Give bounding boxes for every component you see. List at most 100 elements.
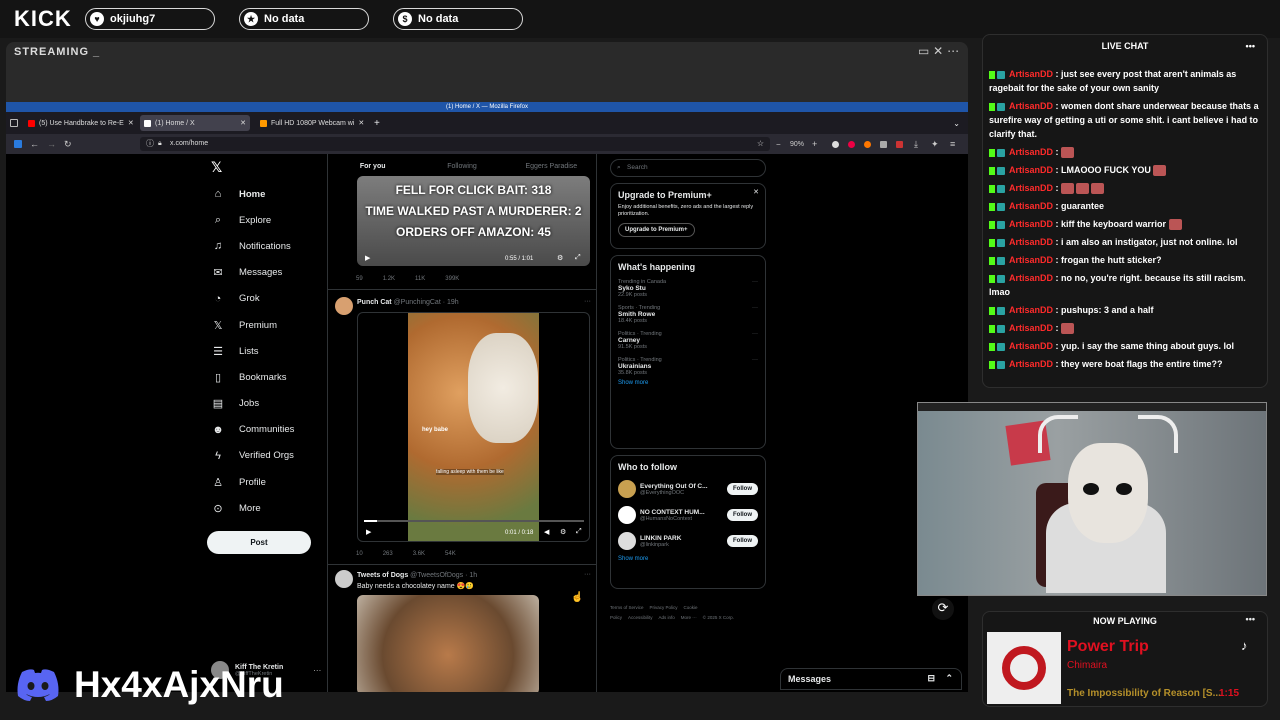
sidebar-item-premium[interactable]: 𝕏 Premium [206,312,294,338]
show-more-link[interactable]: Show more [618,380,758,386]
repost-count[interactable]: 1.2K [383,276,395,282]
chat-username[interactable]: ArtisanDD [1009,359,1053,369]
video-progress[interactable] [364,520,584,522]
chat-username[interactable]: ArtisanDD [1009,201,1053,211]
sidebar-item-explore[interactable]: ⌕ Explore [206,207,294,233]
chat-username[interactable]: ArtisanDD [1009,147,1053,157]
zoom-level[interactable]: 90% [790,141,804,148]
sidebar-item-communities[interactable]: ☻ Communities [206,417,294,443]
more-icon[interactable]: ··· [584,571,591,578]
close-icon[interactable]: ✕ [753,188,759,196]
trend-item[interactable]: Politics · Trending Ukrainians 35.8K posts… [618,357,758,376]
zoom-out-icon[interactable]: − [776,140,781,149]
chat-username[interactable]: ArtisanDD [1009,101,1053,111]
menu-icon[interactable]: ≡ [950,139,955,149]
more-icon[interactable]: ··· [752,305,758,311]
more-icon[interactable]: ··· [584,298,591,305]
tweet-video[interactable]: FELL FOR CLICK BAIT: 318 TIME WALKED PAS… [357,176,590,266]
more-icon[interactable]: ··· [313,666,321,675]
extensions-icon[interactable]: ✦ [931,139,939,150]
sidebar-item-jobs[interactable]: ▤ Jobs [206,391,294,417]
chat-username[interactable]: ArtisanDD [1009,273,1053,283]
fullscreen-icon[interactable]: ⤢ [576,528,582,536]
x-logo-icon[interactable]: 𝕏 [211,160,222,176]
tab-list-icon[interactable] [10,119,18,127]
like-count[interactable]: 11K [415,276,425,282]
like-count[interactable]: 3.6K [413,551,425,557]
extension-icon[interactable] [880,140,887,148]
more-icon[interactable]: ••• [1246,35,1255,57]
footer-link[interactable]: © 2025 X Corp. [703,615,734,620]
minimize-icon[interactable]: ▭ [918,44,929,58]
close-icon[interactable]: ✕ [128,119,134,127]
avatar[interactable] [335,297,353,315]
sidebar-item-grok[interactable]: ◔ Grok [206,286,294,312]
chat-username[interactable]: ArtisanDD [1009,323,1053,333]
search-input[interactable]: ⌕ Search [610,159,766,177]
upgrade-button[interactable]: Upgrade to Premium+ [618,223,695,237]
chat-username[interactable]: ArtisanDD [1009,165,1053,175]
footer-link[interactable]: More ··· [681,615,697,620]
tweet-video[interactable]: hey babe falling asleep with them be lik… [357,312,590,542]
follow-button[interactable]: Follow [727,483,758,495]
post-button[interactable]: Post [207,531,311,554]
extension-icon[interactable] [896,140,903,148]
zoom-in-icon[interactable]: + [812,139,817,149]
sidebar-item-verified-orgs[interactable]: ϟ Verified Orgs [206,443,294,469]
back-icon[interactable]: ← [30,139,39,149]
footer-link[interactable]: Accessibility [628,615,653,620]
sidebar-item-bookmarks[interactable]: ▯ Bookmarks [206,364,294,390]
chat-username[interactable]: ArtisanDD [1009,255,1053,265]
extension-icon[interactable] [832,140,839,148]
gear-icon[interactable]: ⚙ [557,254,563,262]
volume-icon[interactable]: ◀ [544,528,549,536]
close-icon[interactable]: ✕ [933,44,943,58]
more-icon[interactable]: ··· [752,331,758,337]
messages-drawer[interactable]: Messages ⊟ ⌃ [780,668,962,690]
chat-username[interactable]: ArtisanDD [1009,237,1053,247]
sidebar-item-more[interactable]: ⊙ More [206,495,294,521]
play-icon[interactable]: ▶ [365,254,370,262]
chat-username[interactable]: ArtisanDD [1009,341,1053,351]
new-tab-icon[interactable]: + [374,118,380,129]
compose-icon[interactable]: ⊟ [927,673,935,684]
download-icon[interactable]: ⤓ [914,139,918,150]
avatar[interactable] [335,570,353,588]
close-icon[interactable]: ✕ [240,119,246,127]
chat-username[interactable]: ArtisanDD [1009,183,1053,193]
tweet-author[interactable]: Tweets of Dogs @TweetsOfDogs · 1h [357,572,477,579]
more-icon[interactable]: ⋯ [947,44,959,58]
show-more-link[interactable]: Show more [618,556,758,562]
extension-icon[interactable] [864,140,871,148]
browser-tab[interactable]: Full HD 1080P Webcam wi ✕ [256,115,366,131]
sync-icon[interactable]: ⟳ [932,598,954,620]
tweet-author[interactable]: Punch Cat @PunchingCat · 19h [357,299,459,306]
chat-username[interactable]: ArtisanDD [1009,219,1053,229]
url-field[interactable]: ⓘ 🔒︎ x.com/home ☆ [140,137,770,151]
more-icon[interactable]: ··· [752,357,758,363]
info-icon[interactable]: ⓘ [146,137,154,151]
follow-suggestion[interactable]: Everything Out Of C... @EverythingOOC Foll… [618,480,758,498]
reply-count[interactable]: 59 [356,276,363,282]
follow-suggestion[interactable]: NO CONTEXT HUM... @HumansNoContext Follow [618,506,758,524]
view-count[interactable]: 54K [445,551,456,557]
forward-icon[interactable]: → [47,139,56,149]
trend-item[interactable]: Politics · Trending Carney 91.5K posts ··· [618,331,758,350]
play-icon[interactable]: ▶ [366,528,371,536]
footer-link[interactable]: Terms of Service [610,605,644,610]
close-icon[interactable]: ✕ [358,119,364,127]
chat-username[interactable]: ArtisanDD [1009,305,1053,315]
trend-item[interactable]: Trending in Canada Syko Stu 22.9K posts ··· [618,279,758,298]
view-count[interactable]: 399K [445,276,459,282]
sidebar-icon[interactable] [14,140,22,148]
extension-icon[interactable] [848,140,855,148]
sidebar-item-messages[interactable]: ✉ Messages [206,260,294,286]
gear-icon[interactable]: ⚙ [560,528,566,536]
trend-item[interactable]: Sports · Trending Smith Rowe 18.4K posts ··… [618,305,758,324]
footer-link[interactable]: Privacy Policy [650,605,678,610]
chevron-up-icon[interactable]: ⌃ [945,673,953,684]
browser-tab[interactable]: (5) Use Handbrake to Re-E ✕ [24,115,134,131]
reply-count[interactable]: 10 [356,551,363,557]
footer-link[interactable]: Ads info [659,615,675,620]
chevron-down-icon[interactable]: ⌄ [953,119,960,128]
